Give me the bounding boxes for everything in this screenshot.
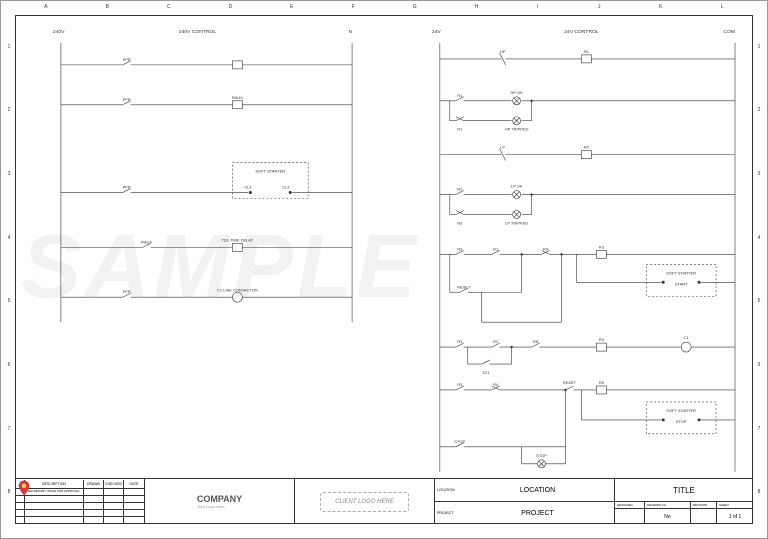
svg-text:HP: HP	[500, 49, 506, 54]
company-tagline: Your Logo Here	[197, 504, 242, 509]
drawing-sheet: ABCDEFGHIJKL 12345678 12345678 240V 240V…	[0, 0, 768, 539]
svg-text:SOFT STARTER: SOFT STARTER	[666, 270, 696, 275]
left-title: 240V CONTROL	[179, 29, 217, 35]
svg-text:LP TRIPPED: LP TRIPPED	[505, 220, 528, 225]
svg-text:STOP: STOP	[536, 453, 547, 458]
svg-text:PFR: PFR	[123, 185, 131, 190]
svg-text:R2: R2	[584, 145, 589, 150]
svg-text:RAUX: RAUX	[232, 95, 243, 100]
svg-text:PFR: PFR	[123, 57, 131, 62]
left-rail-label: 240V	[53, 29, 65, 35]
svg-text:24V CONTROL: 24V CONTROL	[564, 29, 599, 35]
title-block: DESCRIPTION DRAWN CHECKED DATE PRELIMINA…	[15, 478, 753, 524]
svg-text:STOP: STOP	[676, 419, 687, 424]
svg-text:CL1: CL1	[244, 185, 252, 190]
grid-rows-left: 12345678	[5, 15, 13, 524]
client-logo-slot: CLIENT LOGO HERE	[295, 479, 435, 524]
title-column: TITLE DESIGNED DRAWING NoNo REVISION SHE…	[615, 479, 753, 524]
svg-text:TD1: TD1	[482, 370, 490, 375]
svg-text:R2: R2	[493, 339, 498, 344]
svg-text:C1: C1	[684, 335, 690, 340]
svg-text:R4: R4	[599, 337, 605, 342]
company-name: COMPANY	[197, 494, 242, 504]
svg-text:SOFT STARTER: SOFT STARTER	[255, 169, 285, 174]
svg-text:R2: R2	[457, 220, 462, 225]
svg-text:R1: R1	[457, 93, 463, 98]
svg-text:HP TRIPPED: HP TRIPPED	[505, 127, 529, 132]
schematic-area: 240V 240V CONTROL N PFR PFR RAUX SOFT ST…	[23, 23, 745, 476]
svg-text:C1 LINE CONTACTOR: C1 LINE CONTACTOR	[217, 287, 258, 292]
svg-text:PFR: PFR	[123, 289, 131, 294]
location-project: LOCATIONLOCATION PROJECTPROJECT	[435, 479, 615, 524]
svg-text:RESET: RESET	[457, 284, 471, 289]
svg-text:STOP: STOP	[454, 439, 465, 444]
svg-text:COM: COM	[723, 29, 735, 35]
left-neutral-label: N	[348, 29, 352, 35]
map-pin-icon	[15, 479, 33, 497]
svg-text:RESET: RESET	[563, 380, 577, 385]
revision-table: DESCRIPTION DRAWN CHECKED DATE PRELIMINA…	[15, 479, 145, 524]
svg-text:R1: R1	[584, 49, 590, 54]
schematic-svg: 240V 240V CONTROL N PFR PFR RAUX SOFT ST…	[23, 23, 745, 477]
svg-text:R5: R5	[533, 339, 539, 344]
svg-text:R4: R4	[543, 246, 549, 251]
svg-text:START: START	[675, 281, 688, 286]
svg-text:R3: R3	[457, 382, 463, 387]
svg-text:HP OK: HP OK	[510, 90, 523, 95]
svg-text:TD1 TIME DELAY: TD1 TIME DELAY	[221, 237, 253, 242]
svg-text:PFR: PFR	[123, 97, 131, 102]
svg-text:CL2: CL2	[282, 185, 289, 190]
company-logo: COMPANY Your Logo Here	[145, 479, 295, 524]
svg-text:LP: LP	[500, 145, 505, 150]
svg-text:R2: R2	[457, 187, 462, 192]
svg-text:SOFT STARTER: SOFT STARTER	[666, 408, 696, 413]
svg-text:R3: R3	[599, 244, 605, 249]
grid-rows-right: 12345678	[755, 15, 763, 524]
svg-text:R1: R1	[493, 246, 499, 251]
svg-text:LP OK: LP OK	[511, 184, 523, 189]
svg-text:R5: R5	[599, 380, 605, 385]
grid-cols-top: ABCDEFGHIJKL	[15, 4, 753, 14]
svg-text:R1: R1	[457, 127, 463, 132]
svg-text:R4: R4	[493, 382, 499, 387]
svg-text:R3: R3	[457, 246, 463, 251]
svg-text:R3: R3	[457, 339, 463, 344]
svg-text:24V: 24V	[432, 29, 442, 35]
svg-text:RAUX: RAUX	[141, 239, 152, 244]
